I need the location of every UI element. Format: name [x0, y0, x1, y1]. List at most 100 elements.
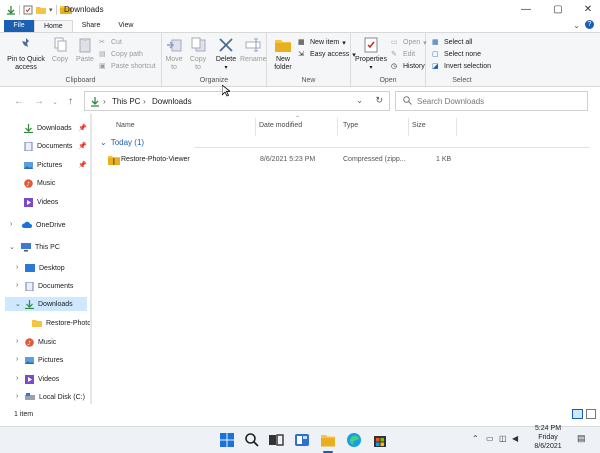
nav-documents[interactable]: Documents: [25, 279, 73, 293]
nav-quick-videos[interactable]: Videos: [24, 195, 58, 209]
expand-chevron-icon[interactable]: ›: [16, 393, 18, 400]
table-row[interactable]: Restore-Photo-Viewer 8/6/2021 5:23 PM Co…: [106, 154, 466, 167]
column-separator[interactable]: [408, 118, 409, 136]
copy-to-button[interactable]: Copy to: [188, 37, 208, 72]
column-type[interactable]: Type: [343, 122, 358, 129]
up-arrow-icon[interactable]: ↑: [68, 96, 73, 107]
column-size[interactable]: Size: [412, 122, 426, 129]
edit-button[interactable]: ✎ Edit: [391, 50, 415, 59]
tray-chevron-icon[interactable]: ⌃: [472, 434, 479, 443]
properties-dropdown-icon[interactable]: ▾: [354, 64, 388, 72]
delete-button[interactable]: Delete ▾: [214, 37, 238, 72]
refresh-icon[interactable]: ↻: [375, 95, 383, 106]
column-name[interactable]: Name: [116, 122, 135, 129]
delete-dropdown-icon[interactable]: ▾: [214, 64, 238, 72]
search-input[interactable]: Search Downloads: [395, 91, 588, 111]
nav-quick-documents[interactable]: Documents: [24, 139, 72, 153]
move-to-button[interactable]: Move to: [164, 37, 184, 72]
tab-file[interactable]: File: [4, 20, 34, 32]
forward-arrow-icon[interactable]: →: [34, 96, 44, 107]
rename-button[interactable]: Rename: [240, 37, 266, 64]
battery-icon[interactable]: ▭: [486, 434, 494, 443]
tab-share[interactable]: Share: [73, 20, 110, 32]
expand-chevron-icon[interactable]: ›: [16, 282, 18, 289]
download-icon: [25, 299, 34, 309]
nav-music[interactable]: ♪ Music: [25, 335, 56, 349]
invert-selection-button[interactable]: ◪ Invert selection: [432, 62, 491, 71]
new-folder-button[interactable]: New folder: [271, 37, 295, 72]
item-count: 1 item: [14, 411, 34, 418]
nav-quick-downloads[interactable]: Downloads: [24, 121, 72, 135]
copy-path-label: Copy path: [111, 51, 143, 58]
open-group: Properties ▾ ▭ Open ▾ ✎ Edit ◷ History Open: [351, 33, 427, 86]
history-button[interactable]: ◷ History: [391, 62, 425, 71]
open-button[interactable]: ▭ Open ▾: [391, 38, 427, 47]
address-bar[interactable]: › This PC › Downloads ⌄ ↻: [84, 91, 390, 111]
new-folder-quick-icon[interactable]: [36, 5, 46, 15]
column-date-modified[interactable]: Date modified: [259, 122, 302, 129]
close-button[interactable]: ✕: [578, 3, 598, 17]
new-item-button[interactable]: ▦ New item ▾: [298, 38, 346, 47]
desktop-icon: [25, 264, 35, 272]
easy-access-button[interactable]: ⇲ Easy access ▾: [298, 50, 356, 59]
breadcrumb-downloads[interactable]: Downloads: [152, 97, 192, 106]
nav-quick-music[interactable]: ♪ Music: [24, 176, 55, 190]
expand-chevron-icon[interactable]: ›: [16, 356, 18, 363]
properties-button[interactable]: Properties ▾: [354, 37, 388, 72]
nav-videos[interactable]: Videos: [25, 372, 59, 386]
nav-onedrive[interactable]: OneDrive: [21, 218, 66, 232]
back-arrow-icon[interactable]: ←: [14, 96, 24, 107]
expand-chevron-icon[interactable]: ›: [10, 221, 12, 228]
paste-label: Paste: [76, 56, 94, 63]
clock[interactable]: 5:24 PM Friday 8/6/2021: [530, 424, 566, 451]
nav-quick-pictures[interactable]: Pictures: [24, 158, 62, 172]
collapse-chevron-icon[interactable]: ⌄: [9, 243, 15, 251]
collapse-chevron-icon[interactable]: ⌄: [15, 300, 21, 308]
large-icons-view-icon[interactable]: [586, 409, 596, 419]
maximize-button[interactable]: ▢: [548, 3, 568, 17]
expand-chevron-icon[interactable]: ›: [16, 338, 18, 345]
tab-home[interactable]: Home: [34, 20, 73, 32]
copy-path-button[interactable]: ▤ Copy path: [99, 50, 143, 59]
volume-icon[interactable]: ◀: [512, 434, 518, 443]
paste-button[interactable]: Paste: [74, 37, 96, 64]
column-separator[interactable]: [255, 118, 256, 136]
start-windows-icon[interactable]: [219, 432, 235, 448]
task-view-icon[interactable]: [268, 432, 284, 448]
cut-button[interactable]: ✂ Cut: [99, 38, 122, 47]
ribbon-expand-icon[interactable]: ⌄: [573, 21, 580, 30]
properties-quick-icon[interactable]: [23, 5, 33, 15]
column-separator[interactable]: [456, 118, 457, 136]
pin-quick-access-button[interactable]: Pin to Quick access: [6, 37, 46, 72]
details-view-icon[interactable]: [572, 409, 583, 419]
nav-desktop[interactable]: Desktop: [25, 261, 65, 275]
address-dropdown-icon[interactable]: ⌄: [356, 96, 363, 105]
nav-local-disk[interactable]: Local Disk (C:): [25, 390, 85, 404]
edge-browser-icon[interactable]: [346, 432, 362, 448]
widgets-icon[interactable]: [294, 432, 310, 448]
group-header-today[interactable]: ⌄ Today (1): [100, 138, 144, 147]
customize-quick-access-icon[interactable]: ▾: [49, 6, 53, 14]
edit-icon: ✎: [391, 51, 397, 58]
nav-label: OneDrive: [36, 221, 66, 229]
file-explorer-taskbar-icon[interactable]: [320, 432, 336, 448]
search-taskbar-icon[interactable]: [244, 432, 260, 448]
minimize-button[interactable]: —: [516, 3, 536, 17]
tab-view[interactable]: View: [109, 20, 142, 32]
select-all-button[interactable]: ▦ Select all: [432, 38, 472, 47]
nav-restore-photo[interactable]: Restore-Photo: [32, 316, 91, 330]
paste-shortcut-button[interactable]: ▣ Paste shortcut: [99, 62, 156, 71]
nav-pictures[interactable]: Pictures: [25, 353, 63, 367]
help-icon[interactable]: ?: [585, 20, 594, 29]
notification-center-icon[interactable]: ▤: [577, 433, 586, 444]
microsoft-store-icon[interactable]: [372, 432, 388, 448]
column-separator[interactable]: [337, 118, 338, 136]
expand-chevron-icon[interactable]: ›: [16, 375, 18, 382]
breadcrumb-this-pc[interactable]: This PC: [112, 97, 140, 106]
select-none-button[interactable]: ▢ Select none: [432, 50, 481, 59]
expand-chevron-icon[interactable]: ›: [16, 264, 18, 271]
nav-this-pc[interactable]: This PC: [21, 240, 60, 254]
copy-button[interactable]: Copy: [50, 37, 70, 64]
network-icon[interactable]: ◫: [499, 434, 507, 443]
recent-chevron-icon[interactable]: ⌄: [52, 98, 58, 106]
